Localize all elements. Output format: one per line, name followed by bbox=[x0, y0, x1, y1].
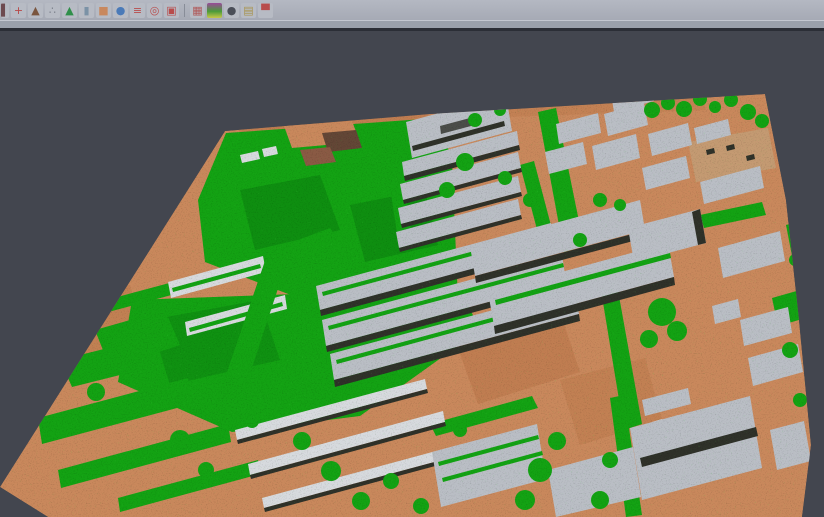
point-cloud-scene bbox=[0, 0, 824, 517]
sphere-icon[interactable]: ● bbox=[224, 3, 239, 18]
app-window: { "toolbar": { "icons": [ {"name": "clip… bbox=[0, 0, 824, 517]
label-icon[interactable]: ▤ bbox=[241, 3, 256, 18]
point-noise-dark bbox=[0, 0, 824, 517]
list-icon[interactable]: ≡ bbox=[130, 3, 145, 18]
tree bbox=[554, 94, 566, 106]
toolbar-icons: ▌+▲∴▲▮■●≡◎▣▦●▤▀ bbox=[0, 3, 274, 18]
viewport-3d[interactable] bbox=[0, 0, 824, 517]
colormap-icon[interactable] bbox=[207, 3, 222, 18]
flag-icon[interactable]: ▀ bbox=[258, 3, 273, 18]
toolbar: ▌+▲∴▲▮■●≡◎▣▦●▤▀ bbox=[0, 0, 824, 20]
terrain-brown-icon[interactable]: ▲ bbox=[28, 3, 43, 18]
point-pick-icon[interactable]: + bbox=[11, 3, 26, 18]
terrain-green-icon[interactable]: ▲ bbox=[62, 3, 77, 18]
target-icon[interactable]: ◎ bbox=[147, 3, 162, 18]
profile-icon[interactable]: ▮ bbox=[79, 3, 94, 18]
globe-icon[interactable]: ● bbox=[113, 3, 128, 18]
toolbar-separator bbox=[0, 20, 824, 28]
clipped-edge-icon[interactable]: ▌ bbox=[1, 3, 9, 18]
viewport-top-border bbox=[0, 28, 824, 31]
toolbar-separator-line bbox=[184, 4, 185, 17]
grid-icon[interactable]: ▦ bbox=[190, 3, 205, 18]
tree bbox=[767, 98, 779, 110]
ortho-square-icon[interactable]: ■ bbox=[96, 3, 111, 18]
points-icon[interactable]: ∴ bbox=[45, 3, 60, 18]
expand-icon[interactable]: ▣ bbox=[164, 3, 179, 18]
